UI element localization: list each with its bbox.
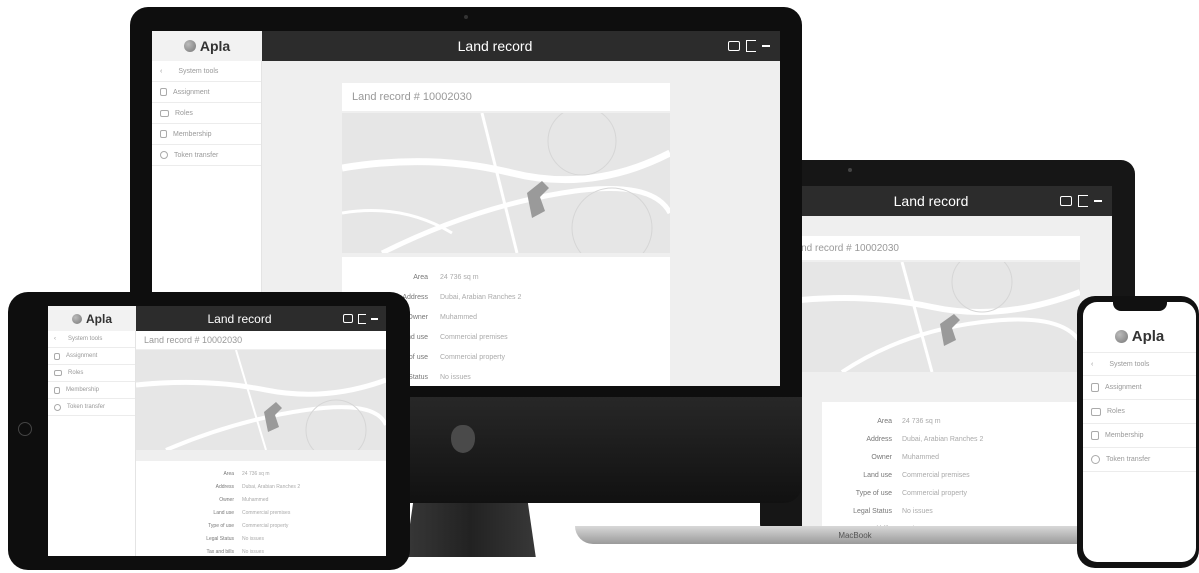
- tablet-content: Land record # 10002030 Area 24 736 sq m A…: [136, 331, 386, 556]
- sidebar-item-roles[interactable]: Roles: [1083, 400, 1196, 424]
- phone-sidebar: ‹ System tools Assignment Roles Membersh…: [1083, 352, 1196, 472]
- token-icon: [160, 151, 168, 159]
- sidebar-item-roles[interactable]: Roles: [48, 365, 135, 382]
- roles-icon: [160, 109, 169, 117]
- user-icon: [1091, 431, 1099, 440]
- sidebar-item-token-transfer[interactable]: Token transfer: [1083, 448, 1196, 472]
- desktop-logo-bar: Apla: [152, 31, 262, 61]
- message-icon[interactable]: [728, 41, 740, 51]
- tablet-record-panel: Area 24 736 sq m Address Dubai, Arabian Ra…: [136, 461, 386, 556]
- logout-icon[interactable]: [358, 313, 366, 324]
- phone-screen: Apla ‹ System tools Assignment Roles Mem…: [1083, 302, 1196, 562]
- monitor-camera: [464, 15, 468, 19]
- tablet-sidebar: ‹ System tools Assignment Roles Membersh…: [48, 331, 136, 556]
- sidebar-item-assignment[interactable]: Assignment: [48, 348, 135, 365]
- record-row: Legal StatusNo issues: [853, 507, 933, 515]
- tablet-device: Apla Land record ‹ System tools Assignme…: [8, 292, 410, 570]
- parcel-shape: [940, 314, 960, 346]
- sidebar-item-assignment[interactable]: Assignment: [152, 82, 261, 103]
- user-icon: [54, 352, 60, 360]
- record-row: Tax and billsNo issues: [206, 548, 264, 555]
- logout-icon[interactable]: [746, 40, 756, 52]
- tablet-home-button[interactable]: [18, 422, 32, 436]
- user-icon: [54, 386, 60, 394]
- record-row: Land use Commercial premises: [863, 471, 970, 479]
- chevron-left-icon: ‹: [160, 67, 163, 75]
- laptop-header-title: Land record: [893, 193, 969, 209]
- token-icon: [54, 403, 61, 411]
- laptop-brand-label: MacBook: [838, 530, 872, 540]
- sidebar-item-roles[interactable]: Roles: [152, 103, 261, 124]
- tablet-header-title: Land record: [207, 311, 272, 326]
- tablet-logo-bar: Apla: [48, 306, 136, 331]
- sidebar-item-token-transfer[interactable]: Token transfer: [152, 145, 261, 166]
- sidebar-item-token-transfer[interactable]: Token transfer: [48, 399, 135, 416]
- brand-name: Apla: [1131, 327, 1165, 345]
- chevron-left-icon: ‹: [54, 336, 56, 342]
- user-icon: [160, 130, 167, 138]
- message-icon[interactable]: [343, 314, 353, 323]
- record-row: Land use Commercial premises: [213, 509, 291, 516]
- phone-logo: Apla: [1083, 322, 1196, 350]
- apla-logo-icon: [71, 313, 82, 324]
- record-row: Owner Muhammed: [871, 453, 939, 461]
- map-graphic: [136, 350, 386, 450]
- roles-icon: [1091, 407, 1101, 416]
- tablet-header: Land record: [136, 306, 386, 331]
- record-row: Owner Muhammed: [219, 496, 269, 503]
- minimize-icon[interactable]: [1094, 200, 1102, 202]
- record-row: Area 24 736 sq m: [877, 417, 941, 425]
- tablet-card-heading: Land record # 10002030: [136, 331, 386, 349]
- laptop-record-panel: Area 24 736 sq m Address Dubai, Arabian Ra…: [822, 402, 1080, 528]
- chevron-left-icon: ‹: [1091, 360, 1094, 368]
- desktop-header-title: Land record: [457, 38, 533, 54]
- record-row: Type of useCommercial property: [208, 522, 289, 529]
- laptop-map: [802, 262, 1080, 372]
- record-row: Area 24 736 sq m: [413, 273, 479, 281]
- laptop-camera: [848, 168, 852, 172]
- map-graphic: [342, 113, 670, 253]
- record-row: Address Dubai, Arabian Ranches 2: [215, 483, 301, 490]
- laptop-content: Land record # 10002030 Area24 736 sq m A…: [802, 216, 1112, 528]
- minimize-icon[interactable]: [762, 45, 770, 47]
- record-row: Legal StatusNo issues: [206, 535, 264, 542]
- desktop-map: [342, 113, 670, 253]
- token-icon: [1091, 455, 1100, 464]
- brand-name: Apla: [85, 311, 112, 326]
- sidebar-back[interactable]: ‹ System tools: [152, 61, 261, 82]
- brand-name: Apla: [199, 38, 231, 54]
- parcel-shape: [527, 181, 549, 218]
- sidebar-back[interactable]: ‹ System tools: [1083, 352, 1196, 376]
- apla-logo-icon: [1114, 329, 1128, 343]
- message-icon[interactable]: [1060, 196, 1072, 206]
- user-icon: [160, 88, 167, 96]
- desktop-card-heading: Land record # 10002030: [342, 83, 670, 111]
- laptop-card-heading: Land record # 10002030: [802, 236, 1080, 260]
- sidebar-item-assignment[interactable]: Assignment: [1083, 376, 1196, 400]
- record-row: Area 24 736 sq m: [223, 470, 270, 477]
- sidebar-item-membership[interactable]: Membership: [1083, 424, 1196, 448]
- map-graphic: [802, 262, 1080, 372]
- sidebar-item-membership[interactable]: Membership: [152, 124, 261, 145]
- laptop-header: Land record: [802, 186, 1112, 216]
- phone-notch: [1113, 302, 1167, 311]
- roles-icon: [54, 370, 62, 376]
- minimize-icon[interactable]: [371, 317, 378, 320]
- logout-icon[interactable]: [1078, 195, 1088, 207]
- record-row: Type of useCommercial property: [855, 489, 967, 497]
- sidebar-back[interactable]: ‹ System tools: [48, 331, 135, 348]
- laptop-screen: Land record Land record # 10002030 Area2…: [802, 186, 1112, 528]
- record-row: Address Dubai, Arabian Ranches 2: [866, 435, 984, 443]
- tablet-map: [136, 350, 386, 450]
- apla-logo-icon: [183, 40, 196, 52]
- desktop-header: Land record: [262, 31, 780, 61]
- phone-device: Apla ‹ System tools Assignment Roles Mem…: [1077, 296, 1199, 568]
- user-icon: [1091, 383, 1099, 392]
- sidebar-item-membership[interactable]: Membership: [48, 382, 135, 399]
- tablet-screen: Apla Land record ‹ System tools Assignme…: [48, 306, 386, 556]
- parcel-shape: [264, 402, 282, 432]
- apple-logo-icon: [451, 425, 475, 453]
